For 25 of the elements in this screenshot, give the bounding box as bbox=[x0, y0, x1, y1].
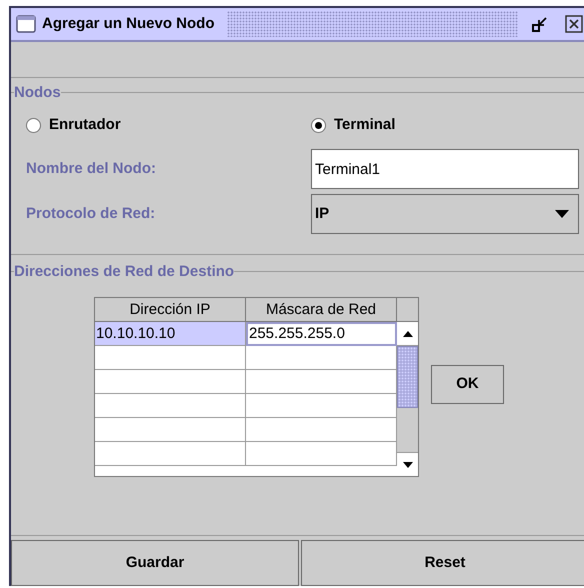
table-cell[interactable]: 255.255.255.0 bbox=[246, 322, 397, 346]
scrollbar[interactable] bbox=[397, 322, 418, 476]
close-icon[interactable] bbox=[564, 14, 584, 34]
empty-table-cell[interactable] bbox=[95, 394, 246, 418]
action-button[interactable]: Guardar bbox=[11, 540, 299, 586]
radio-option[interactable]: Terminal bbox=[311, 114, 396, 136]
empty-table-cell[interactable] bbox=[95, 418, 246, 442]
scroll-up-icon[interactable] bbox=[402, 330, 412, 336]
table-cell[interactable]: 10.10.10.10 bbox=[95, 322, 246, 346]
empty-table-cell[interactable] bbox=[95, 442, 246, 466]
scroll-down-icon[interactable] bbox=[402, 462, 412, 468]
group-legend: Direcciones de Red de Destino bbox=[14, 264, 234, 278]
dropdown-arrow-icon bbox=[555, 210, 569, 218]
window-icon bbox=[16, 15, 36, 33]
node-name-field[interactable]: Terminal1 bbox=[311, 149, 579, 189]
field-label: Nombre del Nodo: bbox=[26, 158, 157, 179]
group-legend: Nodos bbox=[14, 84, 61, 100]
field-label: Protocolo de Red: bbox=[26, 204, 156, 224]
window-title: Agregar un Nuevo Nodo bbox=[42, 14, 215, 34]
empty-table-cell[interactable] bbox=[95, 346, 246, 370]
ok-button[interactable]: OK bbox=[431, 365, 504, 404]
action-button[interactable]: Reset bbox=[301, 540, 584, 586]
empty-table-cell[interactable] bbox=[95, 370, 246, 394]
protocol-dropdown[interactable]: IP bbox=[311, 194, 579, 234]
radio-option[interactable]: Enrutador bbox=[26, 114, 311, 136]
